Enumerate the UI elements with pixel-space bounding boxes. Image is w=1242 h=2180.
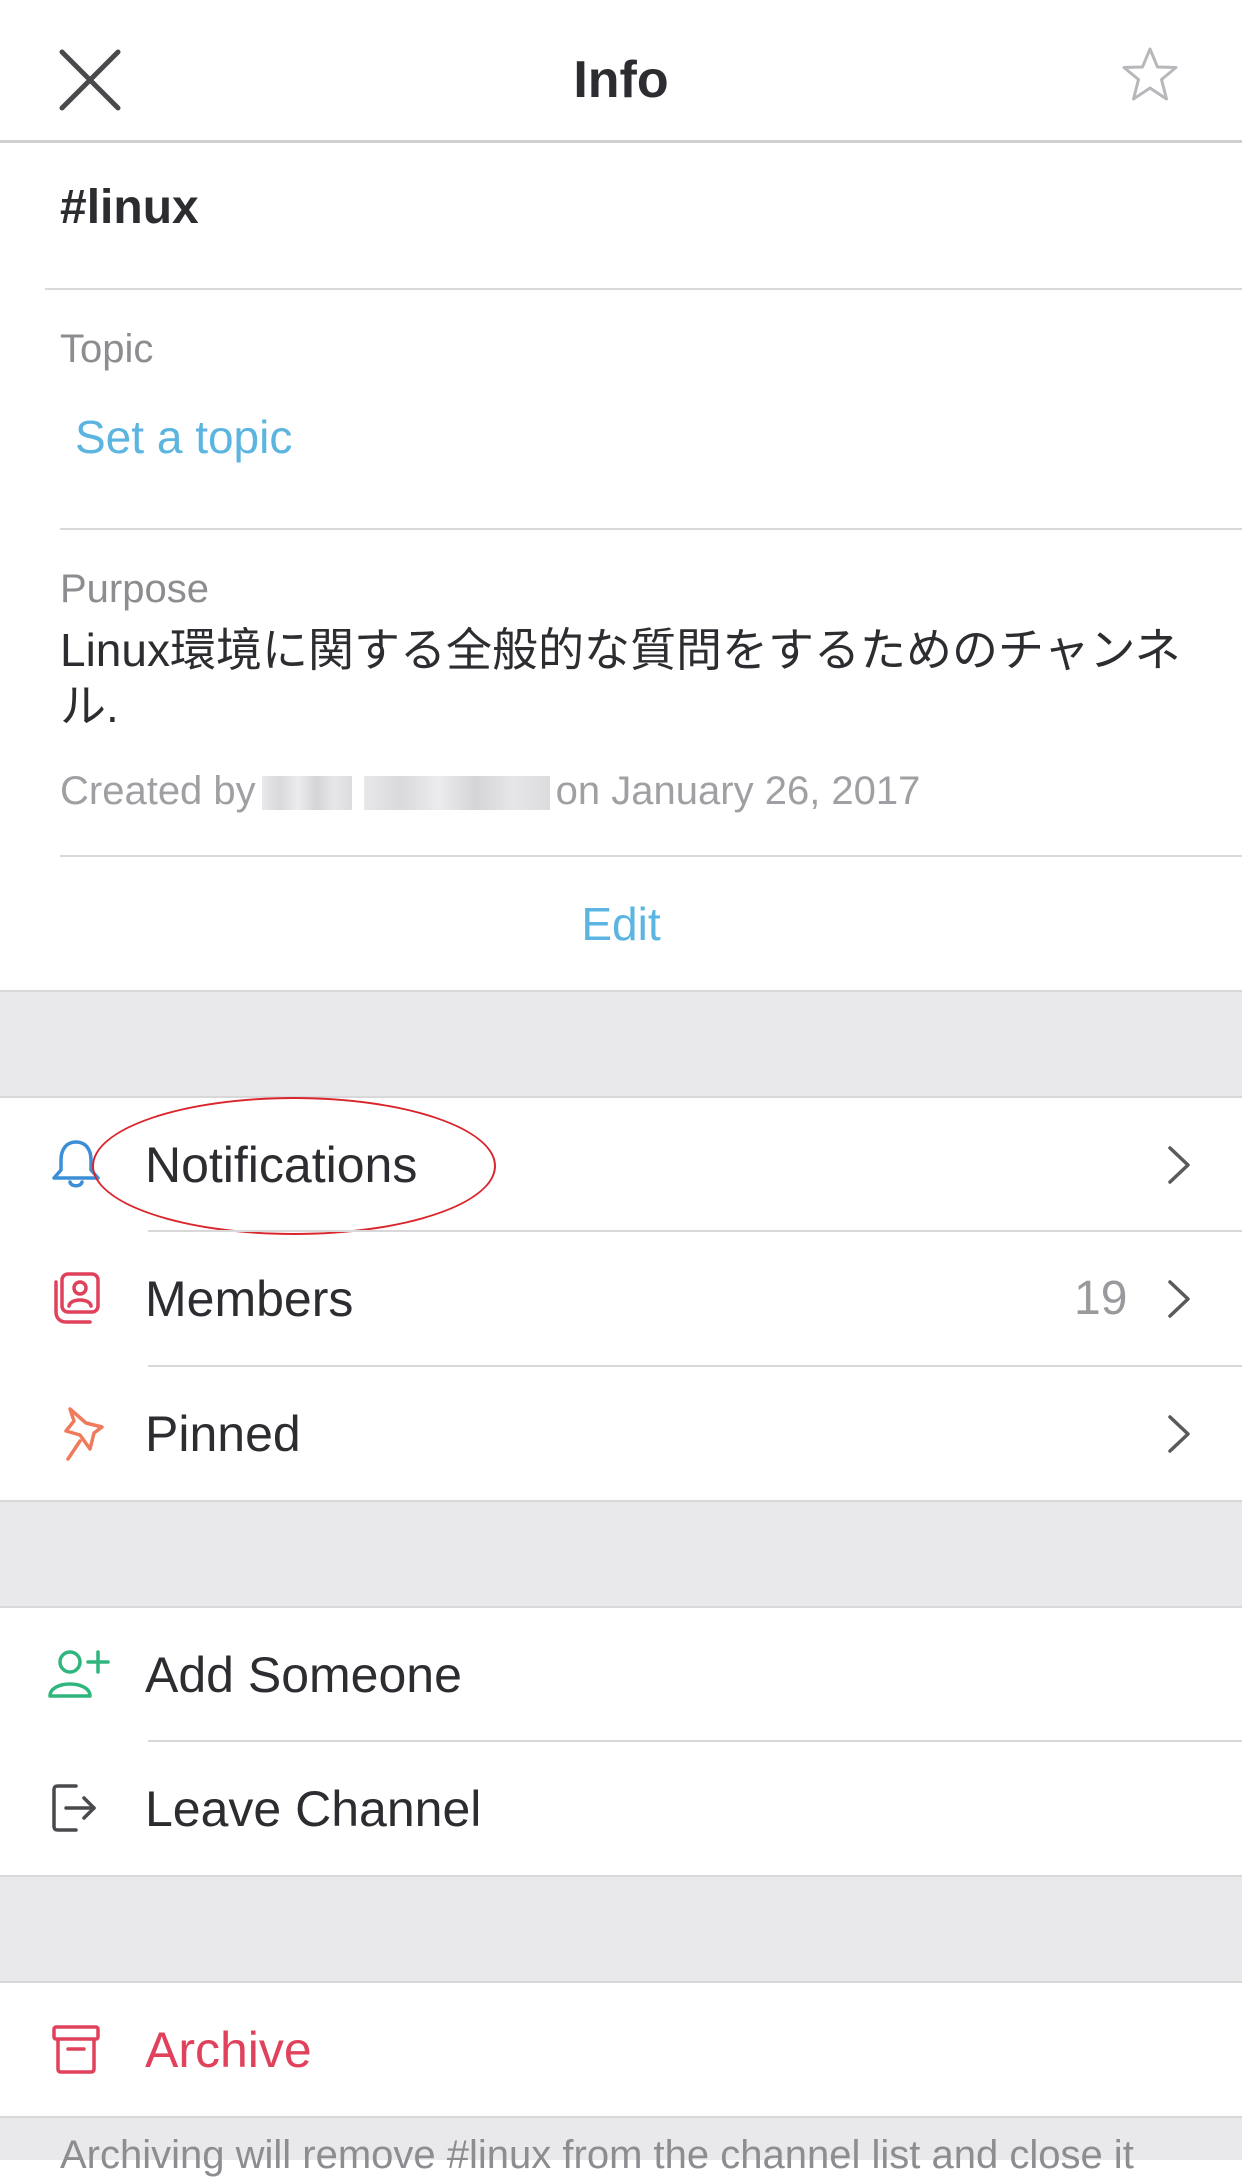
star-icon (1122, 47, 1178, 101)
add-someone-label: Add Someone (145, 1647, 462, 1703)
add-someone-row[interactable]: Add Someone (0, 1608, 1242, 1742)
section-separator (0, 990, 1242, 1098)
add-person-icon (46, 1644, 110, 1704)
divider (60, 855, 1242, 857)
archive-label: Archive (145, 2022, 312, 2078)
topic-label: Topic (60, 327, 154, 371)
section-separator (0, 1500, 1242, 1608)
archive-note: Archiving will remove #linux from the ch… (60, 2133, 1134, 2177)
star-button[interactable] (1118, 44, 1182, 108)
created-info: Created by on January 26, 2017 (60, 766, 920, 816)
section-separator (0, 1875, 1242, 1983)
leave-channel-row[interactable]: Leave Channel (0, 1742, 1242, 1876)
pin-icon (46, 1403, 106, 1463)
redacted-name (363, 776, 550, 811)
purpose-text: Linux環境に関する全般的な質問をするためのチャンネル. (60, 624, 1181, 732)
chevron-right-icon (1168, 1280, 1190, 1318)
chevron-right-icon (1168, 1146, 1190, 1184)
set-topic-link[interactable]: Set a topic (75, 409, 292, 465)
created-prefix: Created by (60, 769, 256, 813)
chevron-right-icon (1168, 1415, 1190, 1453)
archive-row[interactable]: Archive (0, 1983, 1242, 2117)
divider (45, 288, 1242, 290)
created-date: on January 26, 2017 (555, 769, 921, 813)
pinned-label: Pinned (145, 1406, 301, 1462)
redacted-name (261, 776, 352, 811)
purpose-label: Purpose (60, 567, 209, 611)
members-icon (46, 1268, 106, 1328)
divider (60, 528, 1242, 530)
archive-icon (46, 2019, 106, 2079)
leave-channel-label: Leave Channel (145, 1781, 482, 1837)
header: Info (0, 0, 1242, 143)
leave-icon (46, 1778, 106, 1838)
members-label: Members (145, 1271, 354, 1327)
pinned-row[interactable]: Pinned (0, 1367, 1242, 1501)
page-title: Info (573, 51, 669, 109)
channel-name: #linux (60, 181, 199, 234)
members-row[interactable]: Members 19 (0, 1232, 1242, 1366)
annotation-ellipse (92, 1097, 496, 1235)
members-count: 19 (1074, 1272, 1128, 1325)
edit-button[interactable]: Edit (0, 896, 1242, 952)
